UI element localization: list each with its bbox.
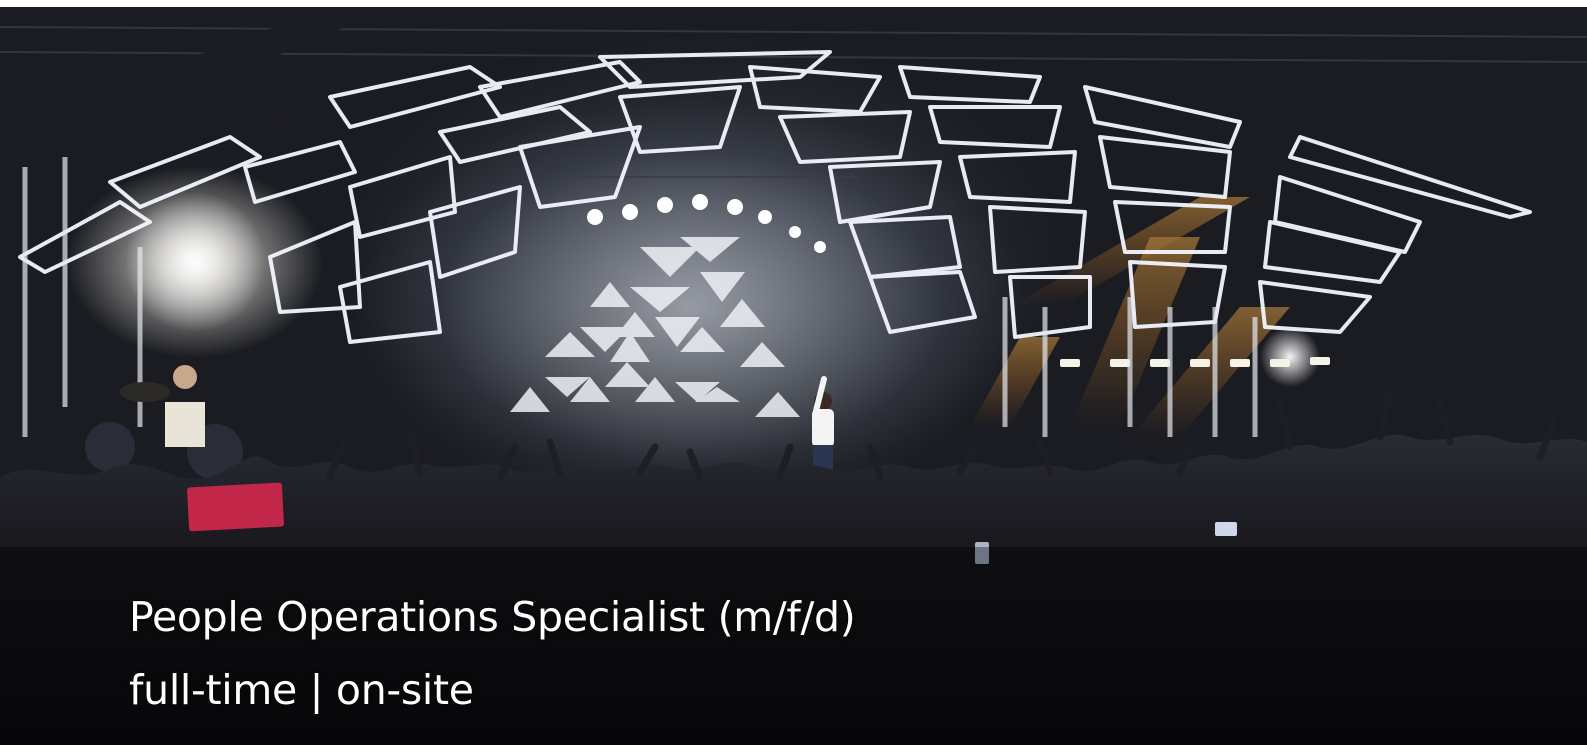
job-caption: People Operations Specialist (m/f/d) ful… xyxy=(129,587,856,721)
band xyxy=(75,338,243,487)
job-title: People Operations Specialist (m/f/d) xyxy=(129,593,856,641)
job-meta: full-time | on-site xyxy=(129,666,474,714)
camera-crane xyxy=(0,7,360,172)
hanging-triangles xyxy=(510,237,800,417)
singer xyxy=(812,376,834,475)
fan-sign xyxy=(187,482,284,532)
hero-banner: People Operations Specialist (m/f/d) ful… xyxy=(0,7,1587,745)
